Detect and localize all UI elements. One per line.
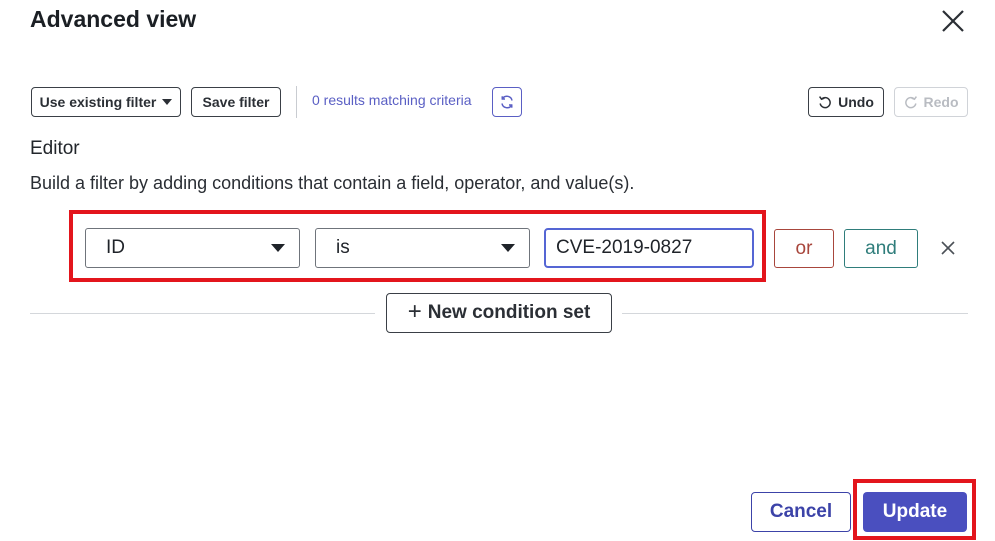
undo-label: Undo — [838, 94, 874, 110]
save-filter-label: Save filter — [202, 94, 270, 110]
divider-right — [622, 313, 968, 314]
undo-icon — [819, 96, 831, 109]
divider-left — [30, 313, 375, 314]
caret-down-icon — [162, 99, 173, 105]
remove-condition-icon[interactable] — [938, 238, 958, 258]
redo-label: Redo — [923, 94, 959, 110]
toolbar-divider — [296, 86, 297, 118]
editor-heading: Editor — [30, 138, 80, 159]
operator-select-value: is — [336, 237, 350, 258]
field-select-value: ID — [106, 237, 125, 258]
refresh-icon — [501, 95, 513, 109]
field-select[interactable]: ID — [85, 228, 300, 268]
new-condition-set-label: New condition set — [427, 302, 591, 323]
new-condition-set-button[interactable]: + New condition set — [386, 293, 612, 333]
and-button[interactable]: and — [844, 229, 918, 268]
redo-icon — [904, 96, 917, 109]
plus-icon: + — [407, 298, 422, 325]
undo-button[interactable]: Undo — [808, 87, 884, 117]
dialog-title: Advanced view — [30, 6, 197, 32]
caret-down-icon — [271, 244, 285, 252]
update-button[interactable]: Update — [863, 492, 967, 532]
save-filter-button[interactable]: Save filter — [191, 87, 281, 117]
results-count: 0 results matching criteria — [312, 92, 472, 108]
redo-button[interactable]: Redo — [894, 87, 968, 117]
value-input[interactable] — [544, 228, 754, 268]
close-icon[interactable] — [938, 6, 968, 36]
editor-help-text: Build a filter by adding conditions that… — [30, 173, 635, 193]
or-button[interactable]: or — [774, 229, 834, 268]
caret-down-icon — [501, 244, 515, 252]
use-existing-filter-label: Use existing filter — [39, 94, 157, 110]
use-existing-filter-button[interactable]: Use existing filter — [31, 87, 181, 117]
operator-select[interactable]: is — [315, 228, 530, 268]
cancel-button[interactable]: Cancel — [751, 492, 851, 532]
refresh-button[interactable] — [492, 87, 522, 117]
